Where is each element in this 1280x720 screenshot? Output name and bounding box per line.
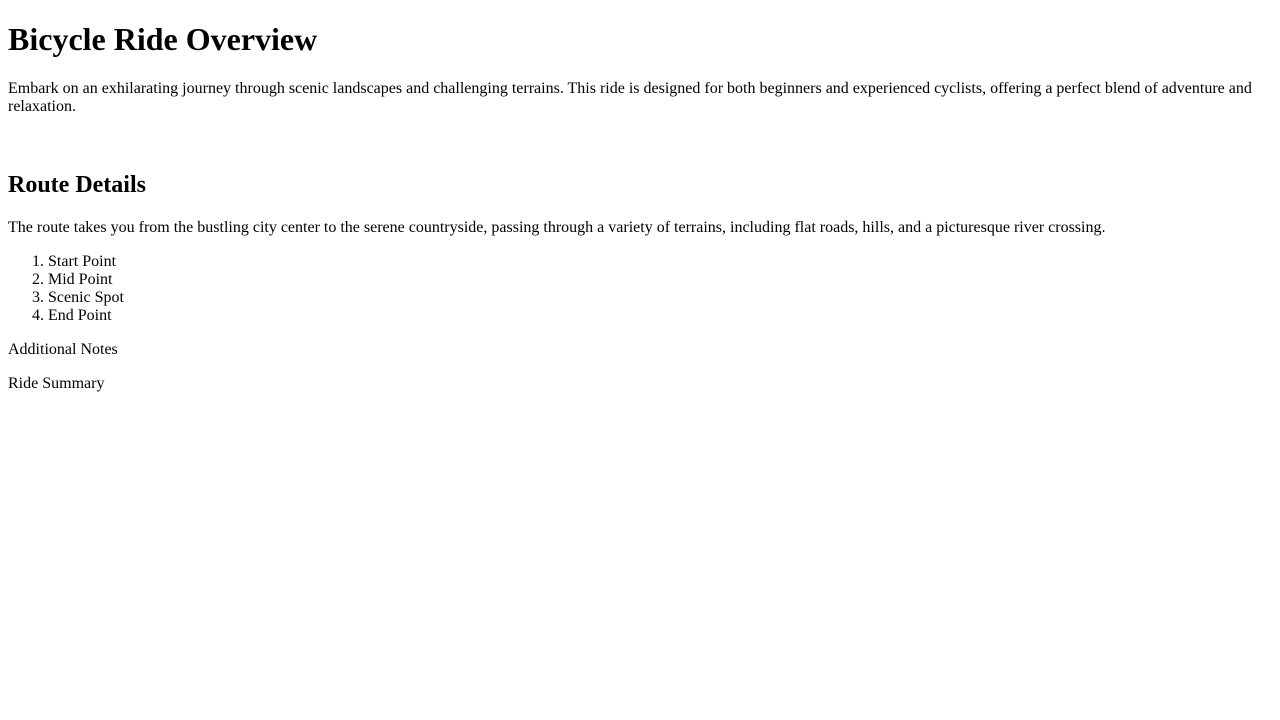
route-points-list: Start Point Mid Point Scenic Spot End Po…	[8, 253, 1272, 325]
route-point-end: End Point	[48, 307, 1272, 325]
route-point-mid: Mid Point	[48, 271, 1272, 289]
route-description: The route takes you from the bustling ci…	[8, 219, 1106, 236]
route-point-scenic: Scenic Spot	[48, 289, 1272, 307]
page-title: Bicycle Ride Overview	[8, 21, 318, 57]
route-point-start: Start Point	[48, 253, 1272, 271]
intro-paragraph: Embark on an exhilarating journey throug…	[8, 80, 1252, 115]
page-content: Bicycle Ride Overview Embark on an exhil…	[0, 0, 1280, 393]
route-details-heading: Route Details	[8, 172, 146, 198]
additional-notes-label: Additional Notes	[8, 341, 118, 358]
ride-summary-label: Ride Summary	[8, 375, 105, 392]
